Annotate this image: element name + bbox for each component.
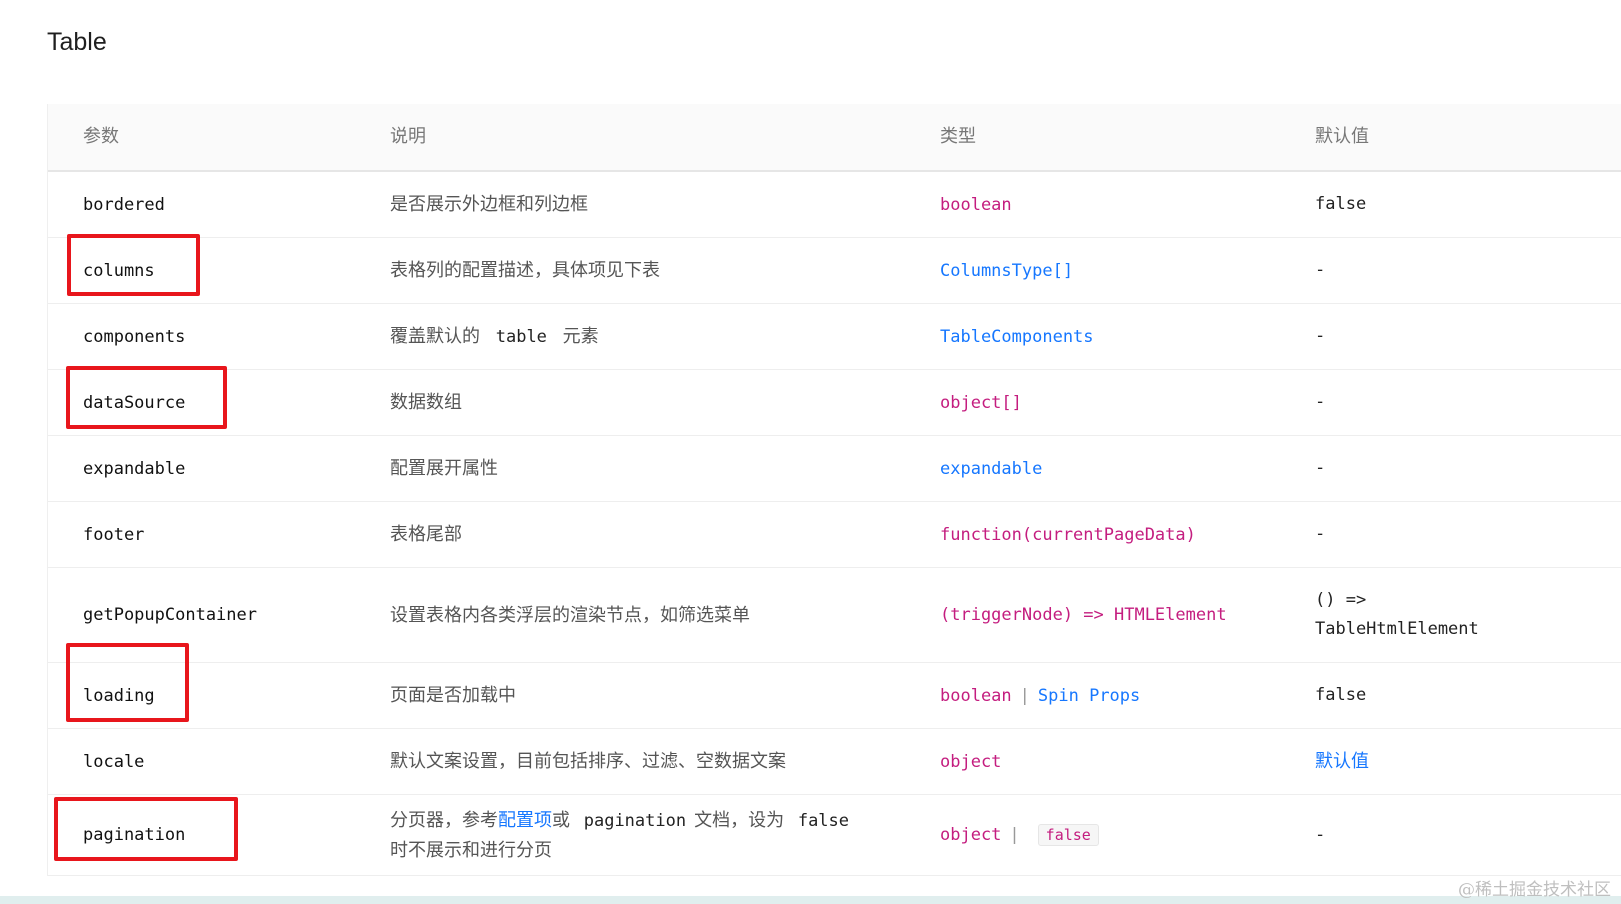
watermark: @稀土掘金技术社区 [1458, 880, 1611, 900]
param-default: - [1315, 392, 1326, 412]
param-name: components [83, 326, 186, 347]
param-name: footer [83, 524, 145, 545]
param-type: boolean [940, 685, 1012, 706]
table-row: loading 页面是否加载中 boolean | Spin Props fal… [48, 663, 1621, 729]
description-text: 或 [552, 809, 570, 831]
param-description: 默认文案设置，目前包括排序、过滤、空数据文案 [390, 751, 786, 772]
description-text: 分页器，参考 [390, 809, 498, 831]
table-row: expandable 配置展开属性 expandable - [48, 436, 1621, 502]
param-type: (triggerNode) => HTMLElement [940, 605, 1227, 625]
type-link[interactable]: expandable [940, 459, 1042, 479]
param-type: function(currentPageData) [940, 524, 1196, 545]
param-description: 配置展开属性 [390, 458, 498, 479]
type-link[interactable]: ColumnsType[] [940, 261, 1073, 281]
config-link[interactable]: 配置项 [498, 810, 552, 831]
highlight-box-datasource [66, 366, 227, 429]
param-name: locale [83, 751, 145, 772]
param-description: 页面是否加载中 [390, 685, 516, 706]
description-text: 元素 [562, 325, 599, 347]
param-description: 表格列的配置描述，具体项见下表 [390, 260, 660, 281]
header-default: 默认值 [1315, 126, 1369, 147]
param-default: - [1315, 326, 1326, 346]
table-row: bordered 是否展示外边框和列边框 boolean false [48, 172, 1621, 238]
param-description: 设置表格内各类浮层的渲染节点，如筛选菜单 [390, 604, 750, 626]
param-type: boolean [940, 194, 1012, 215]
api-table: 参数 说明 类型 默认值 bordered 是否展示外边框和列边框 boolea… [47, 104, 1621, 876]
param-default: false [1315, 194, 1367, 214]
param-default: () => TableHtmlElement [1315, 586, 1479, 644]
param-type: object [940, 825, 1002, 845]
type-link[interactable]: Spin Props [1038, 686, 1140, 706]
param-description: 分页器，参考配置项或 pagination 文档，设为 false 时不展示和进行… [390, 806, 849, 865]
false-tag: false [1037, 824, 1099, 846]
highlight-box-columns [67, 234, 200, 296]
param-default: - [1315, 824, 1326, 845]
inline-code: table [495, 326, 547, 347]
inline-code: false [797, 810, 850, 831]
type-link[interactable]: TableComponents [940, 327, 1094, 347]
default-line: () => [1315, 590, 1367, 610]
table-row: components 覆盖默认的 table 元素 TableComponent… [48, 304, 1621, 370]
table-header: 参数 说明 类型 默认值 [48, 104, 1621, 172]
param-description: 是否展示外边框和列边框 [390, 194, 588, 215]
header-type: 类型 [940, 126, 976, 147]
param-description: 覆盖默认的 table 元素 [390, 322, 599, 352]
param-description: 数据数组 [390, 392, 462, 413]
table-row: columns 表格列的配置描述，具体项见下表 ColumnsType[] - [48, 238, 1621, 304]
table-row: pagination 分页器，参考配置项或 pagination 文档，设为 fa… [48, 795, 1621, 876]
table-row: locale 默认文案设置，目前包括排序、过滤、空数据文案 object 默认值 [48, 729, 1621, 795]
header-description: 说明 [390, 126, 426, 147]
table-row: getPopupContainer 设置表格内各类浮层的渲染节点，如筛选菜单 (… [48, 568, 1621, 663]
bottom-bar [0, 896, 1621, 904]
highlight-box-loading [66, 643, 189, 722]
param-type: object [940, 751, 1002, 772]
page-title: Table [47, 28, 107, 56]
param-type: object[] [940, 392, 1022, 413]
param-default: - [1315, 524, 1326, 544]
description-text: 时不展示和进行分页 [390, 839, 552, 861]
pagination-link[interactable]: pagination [584, 811, 686, 831]
param-name: expandable [83, 458, 186, 479]
param-default: false [1315, 685, 1367, 705]
param-name: getPopupContainer [83, 605, 257, 625]
description-text: 文档，设为 [694, 809, 785, 831]
header-param: 参数 [83, 126, 119, 147]
description-text: 覆盖默认的 [390, 325, 480, 347]
default-line: TableHtmlElement [1315, 619, 1479, 639]
highlight-box-pagination [54, 797, 238, 861]
type-separator: | [1019, 685, 1030, 706]
param-default: - [1315, 260, 1326, 280]
param-description: 表格尾部 [390, 524, 462, 545]
table-row: dataSource 数据数组 object[] - [48, 370, 1621, 436]
param-name: bordered [83, 194, 165, 215]
table-row: footer 表格尾部 function(currentPageData) - [48, 502, 1621, 568]
param-default: - [1315, 458, 1326, 478]
type-separator: | [1009, 825, 1020, 845]
default-link[interactable]: 默认值 [1315, 747, 1369, 776]
